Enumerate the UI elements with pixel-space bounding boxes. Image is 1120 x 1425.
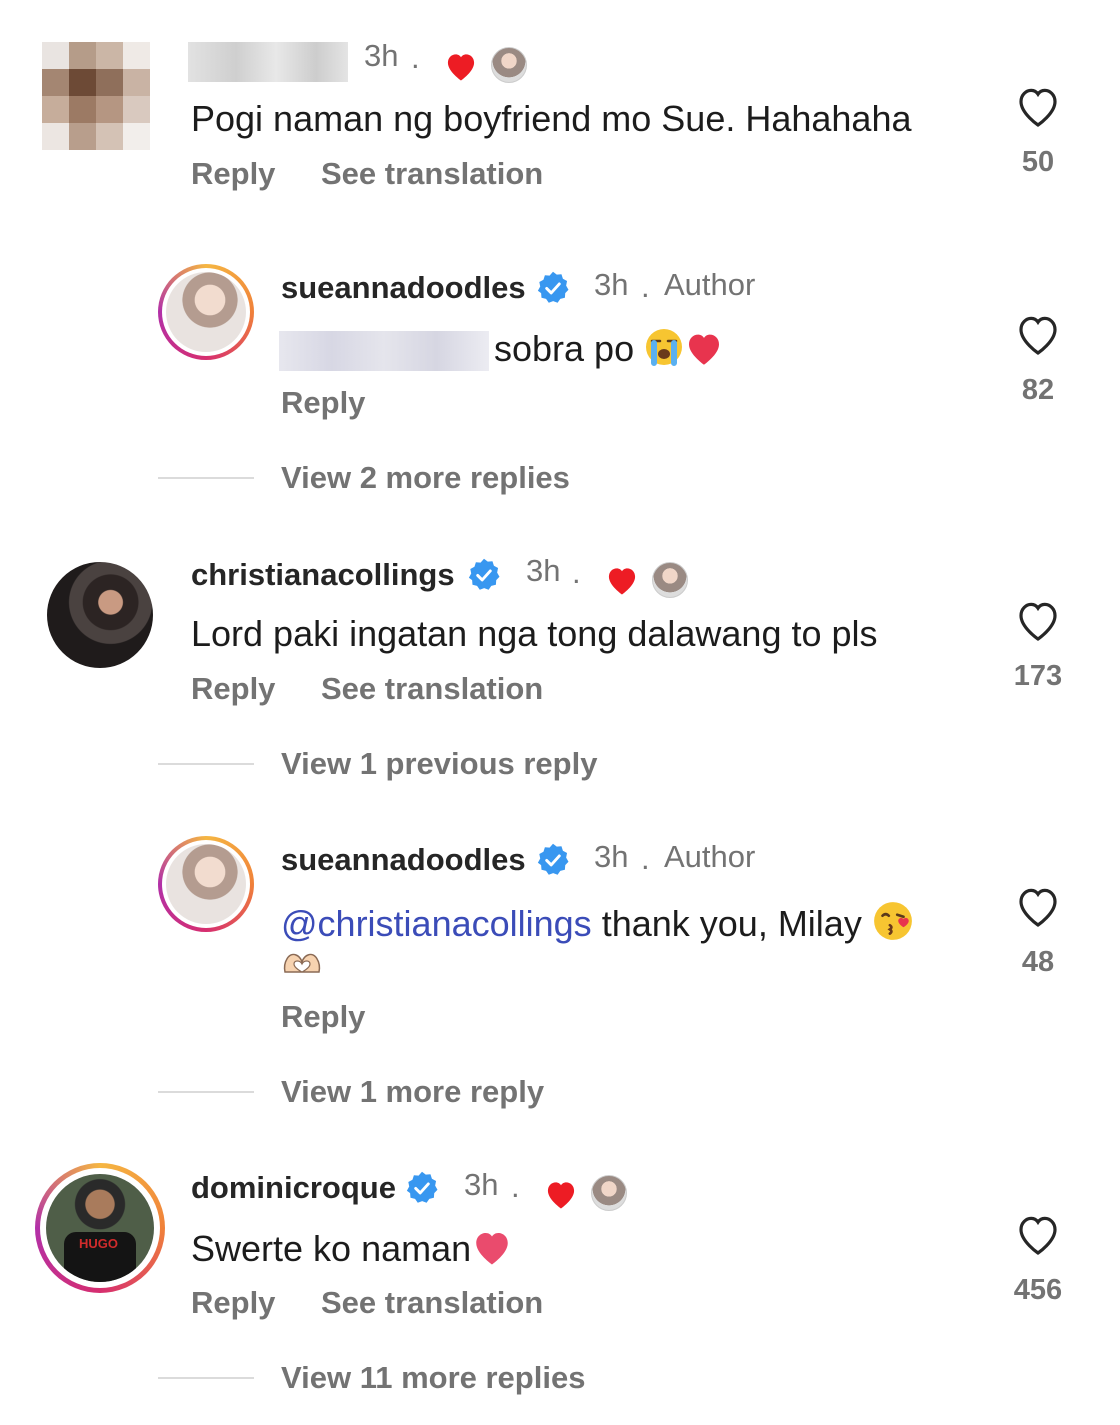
comment-text-body: thank you, Milay <box>601 903 862 944</box>
username[interactable]: sueannadoodles <box>281 842 526 878</box>
see-translation-button[interactable]: See translation <box>321 156 543 192</box>
comment-time: 3h <box>364 38 399 73</box>
avatar[interactable] <box>166 844 246 924</box>
avatar-shirt-text: HUGO <box>79 1236 118 1251</box>
liked-by-author-heart-icon <box>608 568 636 595</box>
comment-text: sobra po <box>494 327 724 370</box>
like-heart-icon[interactable] <box>1014 884 1062 928</box>
crying-face-emoji <box>646 329 683 366</box>
separator-dot: . <box>641 841 650 876</box>
verified-badge-icon <box>537 271 569 303</box>
view-replies-button[interactable]: View 1 more reply <box>281 1074 544 1110</box>
author-avatar-mini <box>591 1175 627 1211</box>
comment-text-body: Swerte ko naman <box>191 1228 472 1269</box>
comment-text-body: sobra po <box>494 328 635 369</box>
like-count: 82 <box>1021 374 1055 406</box>
like-count: 173 <box>1013 660 1063 692</box>
like-heart-icon[interactable] <box>1014 598 1062 642</box>
like-heart-icon[interactable] <box>1014 1212 1062 1256</box>
comment-text: Lord paki ingatan nga tong dalawang to p… <box>191 613 878 654</box>
view-replies-button[interactable]: View 11 more replies <box>281 1360 585 1396</box>
avatar-blurred[interactable] <box>42 42 150 150</box>
comment-time: 3h <box>594 267 629 302</box>
comment-text: Swerte ko naman <box>191 1227 513 1270</box>
like-count: 48 <box>1021 946 1055 978</box>
author-avatar-mini <box>491 47 527 83</box>
mention-link[interactable]: @christianacollings <box>281 903 592 944</box>
liked-by-author-heart-icon <box>547 1182 575 1209</box>
replies-divider <box>158 477 254 479</box>
comment-time: 3h <box>526 553 561 588</box>
separator-dot: . <box>511 1169 520 1204</box>
username-blurred[interactable] <box>188 42 348 82</box>
verified-badge-icon <box>537 843 569 875</box>
verified-badge-icon <box>406 1171 438 1203</box>
author-label: Author <box>664 839 756 874</box>
liked-by-author-heart-icon <box>447 54 475 81</box>
separator-dot: . <box>572 555 581 590</box>
reply-button[interactable]: Reply <box>191 671 275 707</box>
kissing-face-emoji <box>873 902 912 940</box>
heart-hands-emoji <box>283 953 321 973</box>
view-replies-button[interactable]: View 1 previous reply <box>281 746 597 782</box>
like-heart-icon[interactable] <box>1014 312 1062 356</box>
red-heart-emoji <box>689 334 720 365</box>
avatar[interactable] <box>166 272 246 352</box>
avatar[interactable]: HUGO <box>46 1174 154 1282</box>
reply-button[interactable]: Reply <box>191 1285 275 1321</box>
view-replies-button[interactable]: View 2 more replies <box>281 460 570 496</box>
username[interactable]: dominicroque <box>191 1170 396 1206</box>
comment-text: Pogi naman ng boyfriend mo Sue. Hahahaha <box>191 98 912 139</box>
replies-divider <box>158 1377 254 1379</box>
see-translation-button[interactable]: See translation <box>321 1285 543 1321</box>
like-heart-icon[interactable] <box>1014 84 1062 128</box>
like-count: 456 <box>1013 1274 1063 1306</box>
author-label: Author <box>664 267 756 302</box>
avatar[interactable] <box>47 562 153 668</box>
author-avatar-mini <box>652 562 688 598</box>
separator-dot: . <box>411 40 420 75</box>
username[interactable]: christianacollings <box>191 557 455 593</box>
separator-dot: . <box>641 269 650 304</box>
pink-heart-emoji <box>476 1233 508 1265</box>
see-translation-button[interactable]: See translation <box>321 671 543 707</box>
replies-divider <box>158 763 254 765</box>
comment-time: 3h <box>594 839 629 874</box>
reply-button[interactable]: Reply <box>191 156 275 192</box>
comment-time: 3h <box>464 1167 499 1202</box>
verified-badge-icon <box>468 558 500 590</box>
comment-text: @christianacollings thank you, Milay <box>281 900 914 945</box>
reply-button[interactable]: Reply <box>281 999 365 1035</box>
replies-divider <box>158 1091 254 1093</box>
like-count: 50 <box>1021 146 1055 178</box>
mention-blurred <box>279 331 489 371</box>
reply-button[interactable]: Reply <box>281 385 365 421</box>
username[interactable]: sueannadoodles <box>281 270 526 306</box>
